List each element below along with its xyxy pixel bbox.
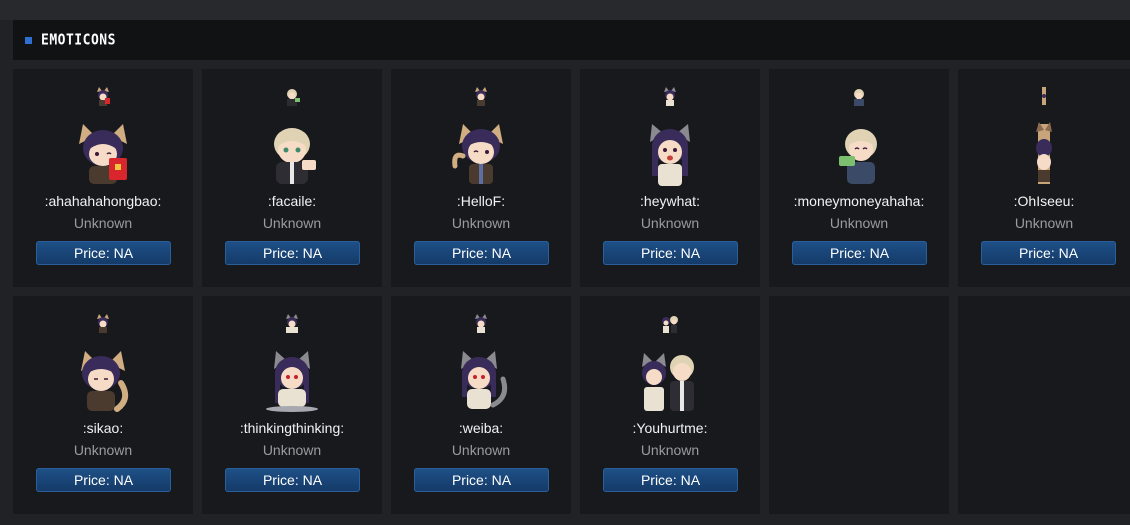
emoticon-card[interactable]: :ahahahahongbao: Unknown Price: NA bbox=[13, 69, 193, 287]
couple-small-icon bbox=[662, 316, 678, 333]
price-button[interactable]: Price: NA bbox=[36, 468, 171, 492]
price-button[interactable]: Price: NA bbox=[603, 241, 738, 265]
emoticon-name: :OhIseeu: bbox=[1013, 193, 1075, 209]
emoticon-card[interactable]: :OhIseeu: Unknown Price: NA bbox=[958, 69, 1130, 287]
emoticon-name: :facaile: bbox=[267, 193, 317, 209]
emoticon-card[interactable]: :sikao: Unknown Price: NA bbox=[13, 296, 193, 514]
emoticon-card[interactable]: :thinkingthinking: Unknown Price: NA bbox=[202, 296, 382, 514]
cat-girl-surprised-small-icon bbox=[664, 87, 676, 106]
blond-boy-money-small-icon bbox=[287, 89, 300, 106]
emoticon-name: :moneymoneyahaha: bbox=[793, 193, 925, 209]
page: EMOTICONS :ahahahahongbao: Unknown Price… bbox=[0, 0, 1130, 525]
emoticon-name: :Youhurtme: bbox=[632, 420, 708, 436]
cat-girl-sitting-small-icon bbox=[286, 314, 298, 333]
section-header: EMOTICONS bbox=[13, 20, 1130, 60]
section-square-icon bbox=[25, 36, 32, 44]
price-button[interactable]: Price: NA bbox=[225, 468, 360, 492]
emoticon-status: Unknown bbox=[73, 215, 133, 231]
emoticon-name: :heywhat: bbox=[640, 193, 700, 209]
price-button[interactable]: Price: NA bbox=[981, 241, 1116, 265]
emoticon-card[interactable]: :HelloF: Unknown Price: NA bbox=[391, 69, 571, 287]
price-button[interactable]: Price: NA bbox=[603, 468, 738, 492]
blond-boy-cash-small-icon bbox=[854, 89, 864, 106]
empty-card bbox=[958, 296, 1130, 514]
cat-boy-waving-small-icon bbox=[475, 87, 487, 106]
cat-boy-waving-icon bbox=[452, 124, 503, 184]
peeking-cat-small-icon bbox=[1042, 87, 1046, 105]
blond-boy-money-icon bbox=[274, 128, 316, 184]
cat-girl-surprised-icon bbox=[650, 124, 690, 186]
cat-girl-sitting-icon bbox=[266, 351, 318, 412]
cat-girl-tail-small-icon bbox=[475, 314, 487, 333]
peeking-cat-icon bbox=[1036, 122, 1052, 184]
emoticon-card[interactable]: :moneymoneyahaha: Unknown Price: NA bbox=[769, 69, 949, 287]
emoticon-status: Unknown bbox=[262, 442, 322, 458]
price-button[interactable]: Price: NA bbox=[36, 241, 171, 265]
cat-boy-thinking-small-icon bbox=[97, 314, 109, 333]
cat-boy-red-envelope-icon bbox=[79, 124, 127, 184]
emoticon-status: Unknown bbox=[1014, 215, 1074, 231]
emoticon-card[interactable]: :Youhurtme: Unknown Price: NA bbox=[580, 296, 760, 514]
price-button[interactable]: Price: NA bbox=[225, 241, 360, 265]
emoticon-status: Unknown bbox=[640, 215, 700, 231]
emoticon-status: Unknown bbox=[73, 442, 133, 458]
empty-card bbox=[769, 296, 949, 514]
emoticon-status: Unknown bbox=[451, 442, 511, 458]
blond-boy-cash-icon bbox=[839, 129, 877, 184]
emoticon-name: :sikao: bbox=[82, 420, 124, 436]
couple-icon bbox=[642, 353, 694, 411]
emoticon-card[interactable]: :facaile: Unknown Price: NA bbox=[202, 69, 382, 287]
emoticon-status: Unknown bbox=[262, 215, 322, 231]
emoticon-name: :thinkingthinking: bbox=[239, 420, 345, 436]
emoticon-name: :weiba: bbox=[458, 420, 504, 436]
price-button[interactable]: Price: NA bbox=[414, 468, 549, 492]
emoticon-card[interactable]: :weiba: Unknown Price: NA bbox=[391, 296, 571, 514]
cat-boy-red-envelope-small-icon bbox=[97, 87, 110, 106]
cat-girl-tail-icon bbox=[461, 351, 508, 409]
emoticon-status: Unknown bbox=[829, 215, 889, 231]
price-button[interactable]: Price: NA bbox=[414, 241, 549, 265]
emoticon-name: :ahahahahongbao: bbox=[44, 193, 162, 209]
emoticon-card[interactable]: :heywhat: Unknown Price: NA bbox=[580, 69, 760, 287]
cat-boy-thinking-icon bbox=[81, 351, 129, 412]
emoticon-name: :HelloF: bbox=[456, 193, 506, 209]
price-button[interactable]: Price: NA bbox=[792, 241, 927, 265]
top-bar bbox=[0, 0, 1130, 20]
section-title: EMOTICONS bbox=[41, 31, 116, 49]
emoticon-status: Unknown bbox=[451, 215, 511, 231]
emoticon-status: Unknown bbox=[640, 442, 700, 458]
